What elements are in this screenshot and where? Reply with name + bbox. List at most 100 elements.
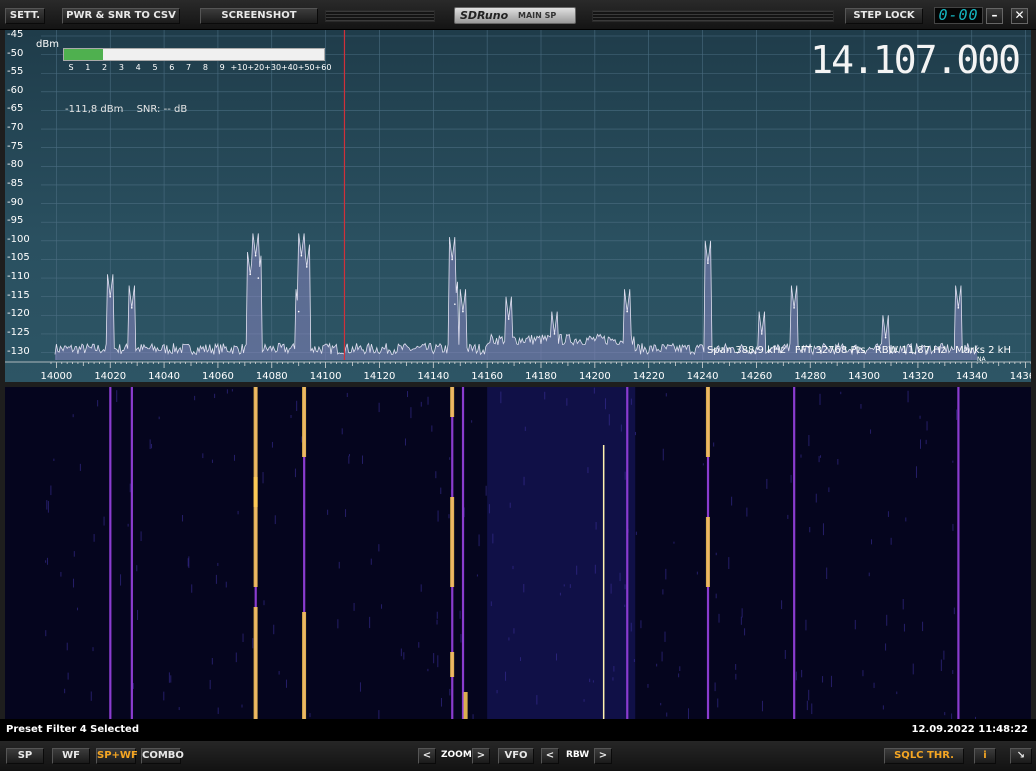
waterfall-speckle [492, 533, 494, 544]
waterfall-speckle [647, 683, 649, 688]
waterfall-speckle [854, 619, 856, 630]
waterfall-speckle [241, 704, 243, 708]
rbw-up-button[interactable]: > [594, 748, 612, 764]
waterfall-speckle [116, 390, 118, 402]
waterfall-speckle [559, 592, 561, 596]
vfo-button[interactable]: VFO [498, 748, 534, 764]
y-tick-label: -110 [7, 271, 30, 283]
waterfall-speckle [890, 537, 892, 545]
waterfall-speckle [633, 659, 635, 663]
pwr-snr-to-csv-button[interactable]: PWR & SNR TO CSV [62, 8, 180, 24]
waterfall-carrier [626, 387, 629, 719]
waterfall-speckle [868, 572, 870, 577]
settings-button[interactable]: SETT. [5, 8, 45, 24]
waterfall-speckle [93, 534, 95, 542]
expand-button[interactable]: ↘ [1010, 748, 1032, 764]
sqlc-threshold-button[interactable]: SQLC THR. [884, 748, 964, 764]
drag-grip-right[interactable] [592, 10, 834, 22]
waterfall-speckle [435, 471, 437, 479]
waterfall-speckle [620, 424, 622, 432]
waterfall-speckle [182, 514, 184, 522]
waterfall-speckle [544, 391, 546, 400]
waterfall-speckle [136, 565, 138, 572]
x-tick-label: 14160 [471, 371, 504, 382]
close-button[interactable]: ✕ [1011, 8, 1028, 24]
fft-text: FFT 32768 Pts [794, 345, 866, 356]
waterfall-speckle [406, 391, 408, 398]
waterfall-speckle [378, 402, 380, 413]
waterfall-speckle [624, 471, 626, 480]
waterfall-speckle [896, 691, 898, 695]
minimize-button[interactable]: – [986, 8, 1003, 24]
sp-wf-view-button[interactable]: SP+WF [96, 748, 138, 764]
screenshot-button[interactable]: SCREENSHOT [200, 8, 318, 24]
waterfall-speckle [437, 655, 439, 668]
wf-view-button[interactable]: WF [52, 748, 90, 764]
combo-view-button[interactable]: COMBO [141, 748, 184, 764]
waterfall-speckle [263, 600, 265, 606]
waterfall-speckle [400, 648, 402, 657]
drag-grip-left[interactable] [325, 10, 435, 22]
waterfall-speckle [359, 682, 361, 692]
waterfall-speckle [925, 439, 927, 445]
y-tick-label: -75 [7, 140, 24, 152]
waterfall-speckle [800, 454, 802, 458]
waterfall-speckle [956, 409, 958, 420]
y-tick-label: -65 [7, 103, 24, 115]
waterfall-speckle [132, 683, 134, 689]
x-tick-label: 14300 [848, 371, 880, 382]
waterfall-speckle [420, 584, 422, 592]
waterfall-speckle [635, 531, 637, 535]
info-button[interactable]: i [974, 748, 996, 764]
sp-view-button[interactable]: SP [6, 748, 44, 764]
status-message: Preset Filter 4 Selected [6, 724, 139, 735]
x-tick-label: 14060 [202, 371, 234, 382]
s-meter-tick: 2 [102, 63, 108, 72]
spectrum-display[interactable]: -45 -50 -55 -60 -65 -70 -75 -80 -85 -90 -95 -100 -10… [5, 30, 1031, 382]
waterfall-speckle [378, 710, 380, 719]
zoom-out-button[interactable]: < [418, 748, 436, 764]
frequency-display[interactable]: 14.107.000 [810, 38, 1021, 82]
status-bar: Preset Filter 4 Selected 12.09.2022 11:4… [0, 719, 1036, 741]
waterfall-speckle [459, 610, 461, 619]
waterfall-speckle [862, 670, 864, 677]
waterfall-speckle [353, 602, 355, 611]
waterfall-speckle [952, 670, 954, 674]
waterfall-speckle [378, 544, 380, 552]
rbw-down-button[interactable]: < [541, 748, 559, 764]
y-tick-label: -45 [7, 30, 24, 40]
zoom-in-button[interactable]: > [472, 748, 490, 764]
waterfall-speckle [90, 691, 92, 701]
waterfall-speckle [822, 676, 824, 683]
waterfall-speckle [665, 568, 667, 580]
waterfall-speckle [818, 456, 820, 463]
waterfall-speckle [337, 619, 339, 629]
s-meter-tick: 1 [85, 63, 91, 72]
x-tick-label: 14360 [1009, 371, 1031, 382]
x-tick-label: 14280 [794, 371, 827, 382]
waterfall-speckle [242, 633, 244, 643]
waterfall-speckle [624, 584, 626, 590]
peak-point [297, 310, 300, 313]
y-tick-label: -125 [7, 326, 30, 338]
waterfall-speckle [519, 657, 521, 662]
waterfall-display[interactable] [5, 387, 1031, 719]
waterfall-carrier [109, 387, 112, 719]
waterfall-hot-segment [705, 387, 710, 457]
waterfall-speckle [717, 698, 719, 708]
waterfall-speckle [912, 663, 914, 675]
sdruno-logo: SDRuno [460, 9, 509, 22]
waterfall-speckle [837, 458, 839, 465]
waterfall-speckle [231, 389, 233, 392]
peak-point [254, 254, 257, 257]
waterfall-speckle [103, 516, 105, 526]
waterfall-speckle [274, 515, 276, 525]
waterfall-speckle [449, 688, 451, 696]
waterfall-speckle [608, 414, 610, 426]
peak-point [884, 336, 887, 339]
waterfall-speckle [795, 671, 797, 681]
x-tick-label: 14080 [255, 371, 288, 382]
step-lock-button[interactable]: STEP LOCK [845, 8, 923, 24]
waterfall-speckle [362, 455, 364, 464]
waterfall-speckle [158, 416, 160, 420]
